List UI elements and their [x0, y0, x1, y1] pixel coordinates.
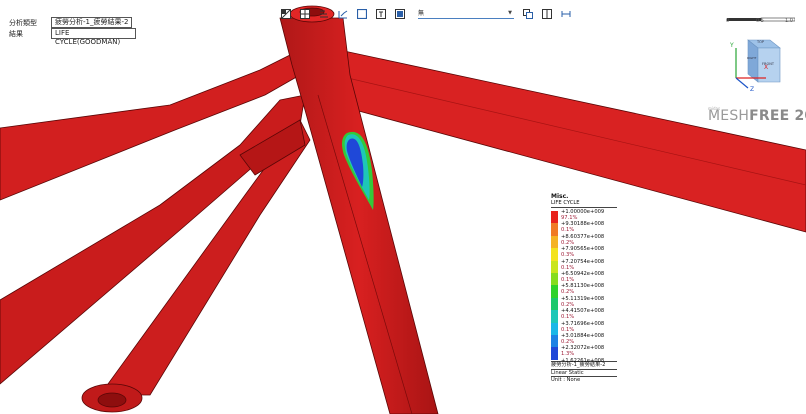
deformation-icon[interactable] [338, 9, 348, 19]
view-cube[interactable]: Y X Z TOP FRONT RIGHT [728, 38, 790, 93]
contour-option-value: 無 [418, 10, 425, 17]
svg-text:Z: Z [750, 86, 754, 92]
legend-swatch [551, 310, 558, 323]
legend-swatch [551, 260, 558, 273]
legend-percent: 0.1% [561, 326, 575, 333]
legend-percent: 0.1% [561, 277, 575, 283]
box-select-icon[interactable] [357, 9, 367, 19]
legend-percent: 0.1% [561, 227, 575, 234]
legend-color-scale: +1.00000e+009 +9.30188e+008 +8.60377e+008 +… [551, 208, 617, 364]
model-viewport[interactable] [0, 0, 806, 414]
cube-face-front[interactable]: FRONT [762, 62, 774, 66]
legend-swatch [551, 335, 558, 348]
legend-percent: 1.3% [561, 351, 575, 358]
copy-icon[interactable] [523, 9, 533, 19]
legend-swatch [551, 322, 558, 335]
cube-face-right[interactable]: RIGHT [747, 56, 756, 60]
text-annotation-icon[interactable] [376, 9, 386, 19]
bicycle-frame-mesh [0, 5, 806, 414]
legend-swatch [551, 273, 558, 286]
scale-tick-1: 0.5 [756, 18, 764, 24]
svg-text:Y: Y [729, 42, 734, 49]
seat-stay-upper [0, 54, 301, 201]
chevron-down-icon: ▼ [508, 10, 512, 16]
legend-title: Misc. [551, 193, 569, 200]
edge-icon[interactable] [319, 9, 329, 19]
legend-percent: 0.2% [561, 339, 575, 345]
scale-tick-2: 1.0 [785, 18, 793, 24]
display-mode-icon[interactable] [281, 9, 291, 19]
legend-footer-unit: Unit : None [551, 376, 617, 384]
legend-swatch [551, 285, 558, 298]
legend-swatch [551, 347, 558, 360]
probe-icon[interactable] [561, 9, 571, 19]
legend-swatch [551, 223, 558, 236]
dropout-hole [97, 392, 127, 408]
analysis-type-value[interactable]: 疲勞分析-1_疲勞結果-2 [51, 17, 133, 28]
legend-percent: 0.1% [561, 314, 575, 321]
analysis-type-label: 分析類型 [9, 18, 37, 27]
split-view-icon[interactable] [542, 9, 552, 19]
legend-subtitle: LIFE CYCLE [551, 200, 617, 208]
result-legend: Misc. LIFE CYCLE +1.00000e+009 +9.30188e+… [551, 193, 617, 384]
legend-swatch [551, 248, 558, 261]
legend-percent: 0.2% [561, 239, 575, 246]
scale-tick-0: 0 [726, 18, 730, 24]
legend-footer-type: Linear Static [551, 368, 617, 377]
legend-percent: 0.2% [561, 289, 575, 296]
view-toolbar: 無 ▼ [281, 7, 580, 21]
mesh-outline-icon[interactable] [300, 9, 310, 19]
legend-percent: 97.1% [561, 215, 578, 221]
legend-percent: 0.2% [561, 301, 575, 308]
contour-option-select[interactable]: 無 ▼ [418, 9, 514, 19]
brand-name-light: MESH [708, 108, 750, 124]
scale-bar: 0 0.5 1.0 [726, 12, 796, 24]
section-icon[interactable] [395, 9, 405, 19]
result-label: 結果 [9, 29, 23, 38]
result-value[interactable]: LIFE CYCLE(GOODMAN) [51, 28, 136, 46]
legend-percent: 0.3% [561, 252, 575, 259]
legend-swatch [551, 297, 558, 311]
brand-name-bold: FREE 2021 [749, 108, 806, 124]
legend-percent: 0.1% [561, 264, 575, 271]
legend-swatch [551, 235, 558, 249]
legend-swatch [551, 211, 558, 224]
legend-value: +1.62261e+008 [561, 357, 605, 364]
analysis-type-row: 分析類型 疲勞分析-1_疲勞結果-2 [9, 17, 133, 28]
cube-face-top[interactable]: TOP [757, 40, 764, 44]
result-row: 結果 LIFE CYCLE(GOODMAN) [9, 28, 136, 46]
